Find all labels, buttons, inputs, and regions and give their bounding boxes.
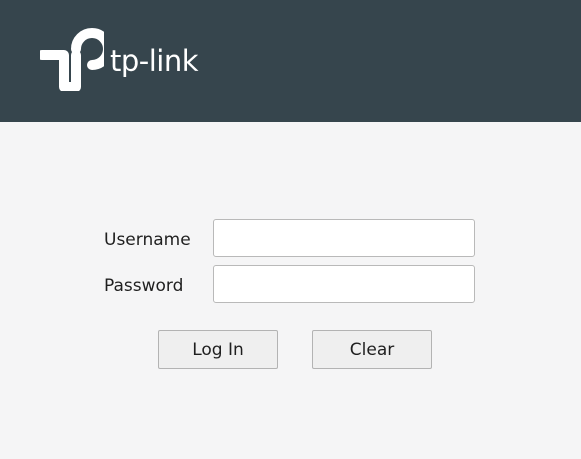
header-bar: tp-link	[0, 0, 581, 122]
password-row: Password	[0, 265, 581, 305]
password-label: Password	[104, 276, 184, 296]
username-row: Username	[0, 219, 581, 259]
login-button[interactable]: Log In	[158, 330, 278, 369]
clear-button[interactable]: Clear	[312, 330, 432, 369]
password-input[interactable]	[213, 265, 475, 303]
username-label: Username	[104, 230, 191, 250]
tp-link-logo: tp-link	[40, 27, 199, 91]
username-input[interactable]	[213, 219, 475, 257]
logo-text: tp-link	[110, 44, 199, 78]
login-panel: Username Password Log In Clear	[0, 122, 581, 459]
tp-link-logo-icon	[40, 28, 104, 91]
